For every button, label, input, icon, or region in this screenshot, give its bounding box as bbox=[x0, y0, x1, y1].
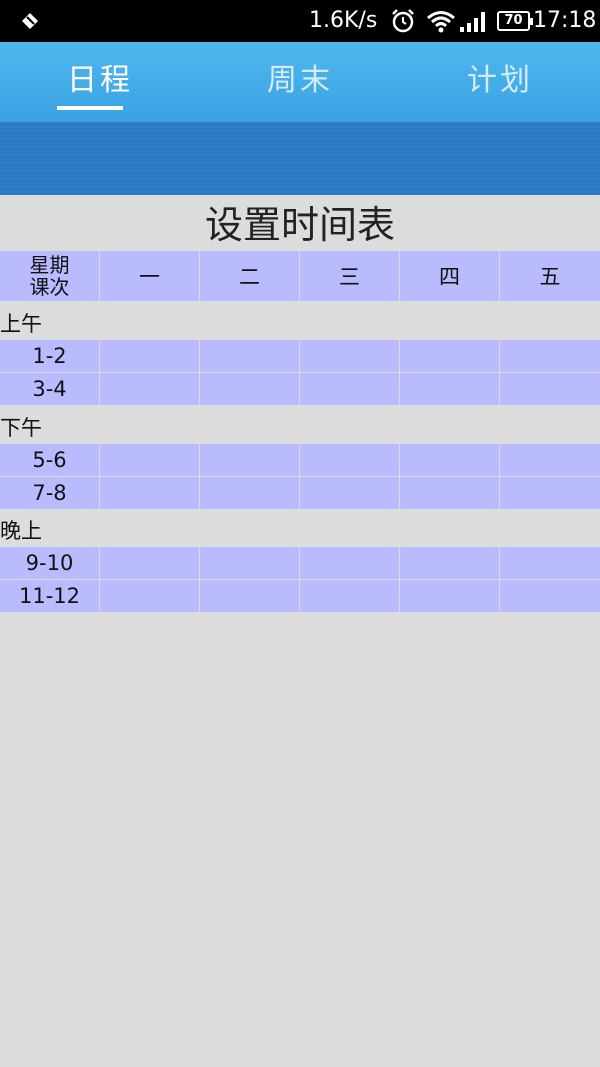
schedule-cell[interactable] bbox=[500, 340, 600, 373]
schedule-cell[interactable] bbox=[200, 477, 300, 510]
schedule-cell[interactable] bbox=[400, 477, 500, 510]
schedule-cell[interactable] bbox=[300, 580, 400, 613]
section-label-morning: 上午 bbox=[0, 312, 42, 336]
table-row: 5-6 bbox=[0, 444, 600, 477]
schedule-cell[interactable] bbox=[400, 340, 500, 373]
day-header: 五 bbox=[500, 251, 600, 302]
network-speed: 1.6K/s bbox=[309, 8, 378, 33]
schedule-cell[interactable] bbox=[400, 580, 500, 613]
page-title: 设置时间表 bbox=[204, 203, 395, 247]
schedule-cell[interactable] bbox=[300, 340, 400, 373]
schedule-cell[interactable] bbox=[100, 580, 200, 613]
schedule-cell[interactable] bbox=[200, 340, 300, 373]
schedule-cell[interactable] bbox=[200, 444, 300, 477]
table-row: 9-10 bbox=[0, 547, 600, 580]
schedule-cell[interactable] bbox=[500, 547, 600, 580]
banner bbox=[0, 122, 600, 195]
period-label: 7-8 bbox=[0, 477, 100, 510]
schedule-cell[interactable] bbox=[100, 340, 200, 373]
schedule-cell[interactable] bbox=[100, 547, 200, 580]
wifi-icon bbox=[427, 11, 455, 33]
period-label: 9-10 bbox=[0, 547, 100, 580]
table-row: 3-4 bbox=[0, 373, 600, 406]
schedule-cell[interactable] bbox=[300, 477, 400, 510]
schedule-cell[interactable] bbox=[200, 547, 300, 580]
period-label: 5-6 bbox=[0, 444, 100, 477]
schedule-cell[interactable] bbox=[300, 444, 400, 477]
alarm-icon bbox=[392, 9, 414, 33]
section-label-afternoon: 下午 bbox=[0, 416, 42, 440]
battery-icon: 70 bbox=[497, 11, 533, 31]
table-row: 7-8 bbox=[0, 477, 600, 510]
tab-plan[interactable]: 计划 bbox=[400, 42, 600, 122]
period-label: 3-4 bbox=[0, 373, 100, 406]
schedule-cell[interactable] bbox=[500, 477, 600, 510]
schedule-cell[interactable] bbox=[100, 477, 200, 510]
schedule-cell[interactable] bbox=[300, 547, 400, 580]
status-bar: 1.6K/s 70 17:18 bbox=[0, 0, 600, 42]
schedule-cell[interactable] bbox=[500, 444, 600, 477]
tab-bar: 日程 周末 计划 bbox=[0, 42, 600, 122]
tab-schedule[interactable]: 日程 bbox=[0, 42, 200, 122]
day-header: 二 bbox=[200, 251, 300, 302]
day-header: 三 bbox=[300, 251, 400, 302]
corner-bottom-label: 课次 bbox=[29, 275, 70, 299]
day-header: 一 bbox=[100, 251, 200, 302]
schedule-cell[interactable] bbox=[200, 373, 300, 406]
section-label-evening: 晚上 bbox=[0, 519, 42, 543]
schedule-cell[interactable] bbox=[400, 373, 500, 406]
schedule-cell[interactable] bbox=[200, 580, 300, 613]
schedule-cell[interactable] bbox=[500, 373, 600, 406]
period-label: 1-2 bbox=[0, 340, 100, 373]
schedule-cell[interactable] bbox=[500, 580, 600, 613]
table-header-row: 星期 课次 一 二 三 四 五 bbox=[0, 251, 600, 302]
schedule-cell[interactable] bbox=[400, 547, 500, 580]
table-row: 1-2 bbox=[0, 340, 600, 373]
schedule-cell[interactable] bbox=[300, 373, 400, 406]
period-label: 11-12 bbox=[0, 580, 100, 613]
table-row: 11-12 bbox=[0, 580, 600, 613]
notification-icon bbox=[22, 13, 38, 29]
schedule-cell[interactable] bbox=[100, 373, 200, 406]
clock: 17:18 bbox=[533, 8, 597, 33]
signal-icon bbox=[460, 12, 485, 32]
schedule-cell[interactable] bbox=[400, 444, 500, 477]
tab-weekend[interactable]: 周末 bbox=[200, 42, 400, 122]
day-header: 四 bbox=[400, 251, 500, 302]
corner-header: 星期 课次 bbox=[0, 251, 100, 302]
corner-top-label: 星期 bbox=[29, 253, 70, 277]
schedule-cell[interactable] bbox=[100, 444, 200, 477]
tab-indicator bbox=[57, 106, 123, 110]
